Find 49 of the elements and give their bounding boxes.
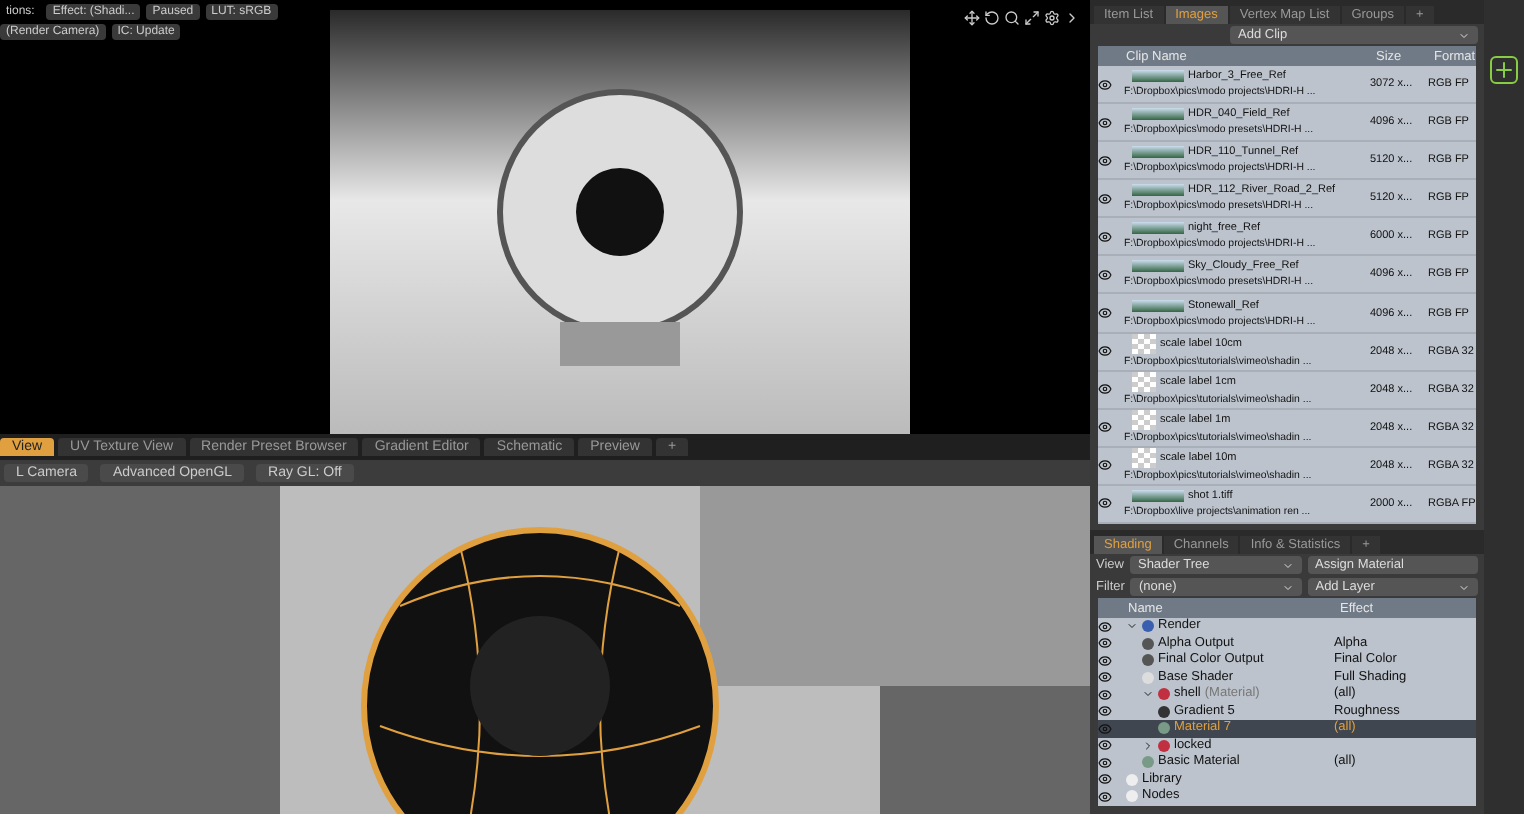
visibility-eye-icon[interactable]	[1098, 458, 1112, 473]
shader-layer-icon	[1142, 671, 1154, 684]
visibility-eye-icon[interactable]	[1098, 619, 1112, 634]
visibility-eye-icon[interactable]	[1098, 636, 1112, 651]
visibility-eye-icon[interactable]	[1098, 738, 1112, 753]
visibility-eye-icon[interactable]	[1098, 772, 1112, 787]
rotate-icon[interactable]	[984, 10, 1000, 26]
visibility-eye-icon[interactable]	[1098, 153, 1112, 168]
material-layer-icon	[1158, 722, 1170, 735]
gradient-layer-icon	[1158, 705, 1170, 718]
group-layer-icon	[1158, 739, 1170, 752]
visibility-eye-icon[interactable]	[1098, 670, 1112, 685]
image-thumbnail	[1132, 260, 1184, 273]
add-icon[interactable]	[1490, 56, 1518, 84]
visibility-eye-icon[interactable]	[1098, 344, 1112, 359]
checker-thumbnail	[1132, 409, 1156, 430]
visibility-eye-icon[interactable]	[1098, 229, 1112, 244]
visibility-eye-icon[interactable]	[1098, 267, 1112, 282]
material-layer-icon	[1142, 756, 1154, 769]
visibility-eye-icon[interactable]	[1098, 115, 1112, 130]
visibility-eye-icon[interactable]	[1098, 191, 1112, 206]
visibility-eye-icon[interactable]	[1098, 687, 1112, 702]
visibility-eye-icon[interactable]	[1098, 382, 1112, 397]
dropdown-caret-icon	[1458, 29, 1470, 41]
checker-thumbnail	[1132, 371, 1156, 392]
checker-thumbnail	[1132, 333, 1156, 354]
render-layer-icon	[1142, 620, 1154, 633]
group-layer-icon	[1158, 688, 1170, 701]
visibility-eye-icon[interactable]	[1098, 653, 1112, 668]
checker-thumbnail	[1132, 447, 1156, 468]
image-thumbnail	[1132, 489, 1184, 502]
maximize-icon[interactable]	[1024, 10, 1040, 26]
image-thumbnail	[1132, 146, 1184, 159]
visibility-eye-icon[interactable]	[1098, 704, 1112, 719]
visibility-eye-icon[interactable]	[1098, 789, 1112, 804]
visibility-eye-icon[interactable]	[1098, 77, 1112, 92]
visibility-eye-icon[interactable]	[1098, 420, 1112, 435]
image-thumbnail	[1132, 299, 1184, 311]
settings-icon[interactable]	[1044, 10, 1060, 26]
visibility-eye-icon[interactable]	[1098, 306, 1112, 320]
image-thumbnail	[1132, 222, 1184, 235]
image-thumbnail	[1132, 70, 1184, 83]
image-thumbnail	[1132, 108, 1184, 121]
image-thumbnail	[1132, 184, 1184, 197]
zoom-icon[interactable]	[1004, 10, 1020, 26]
pan-icon[interactable]	[964, 10, 980, 26]
dropdown-caret-icon	[1458, 581, 1471, 593]
visibility-eye-icon[interactable]	[1098, 755, 1112, 770]
visibility-eye-icon[interactable]	[1098, 496, 1112, 511]
